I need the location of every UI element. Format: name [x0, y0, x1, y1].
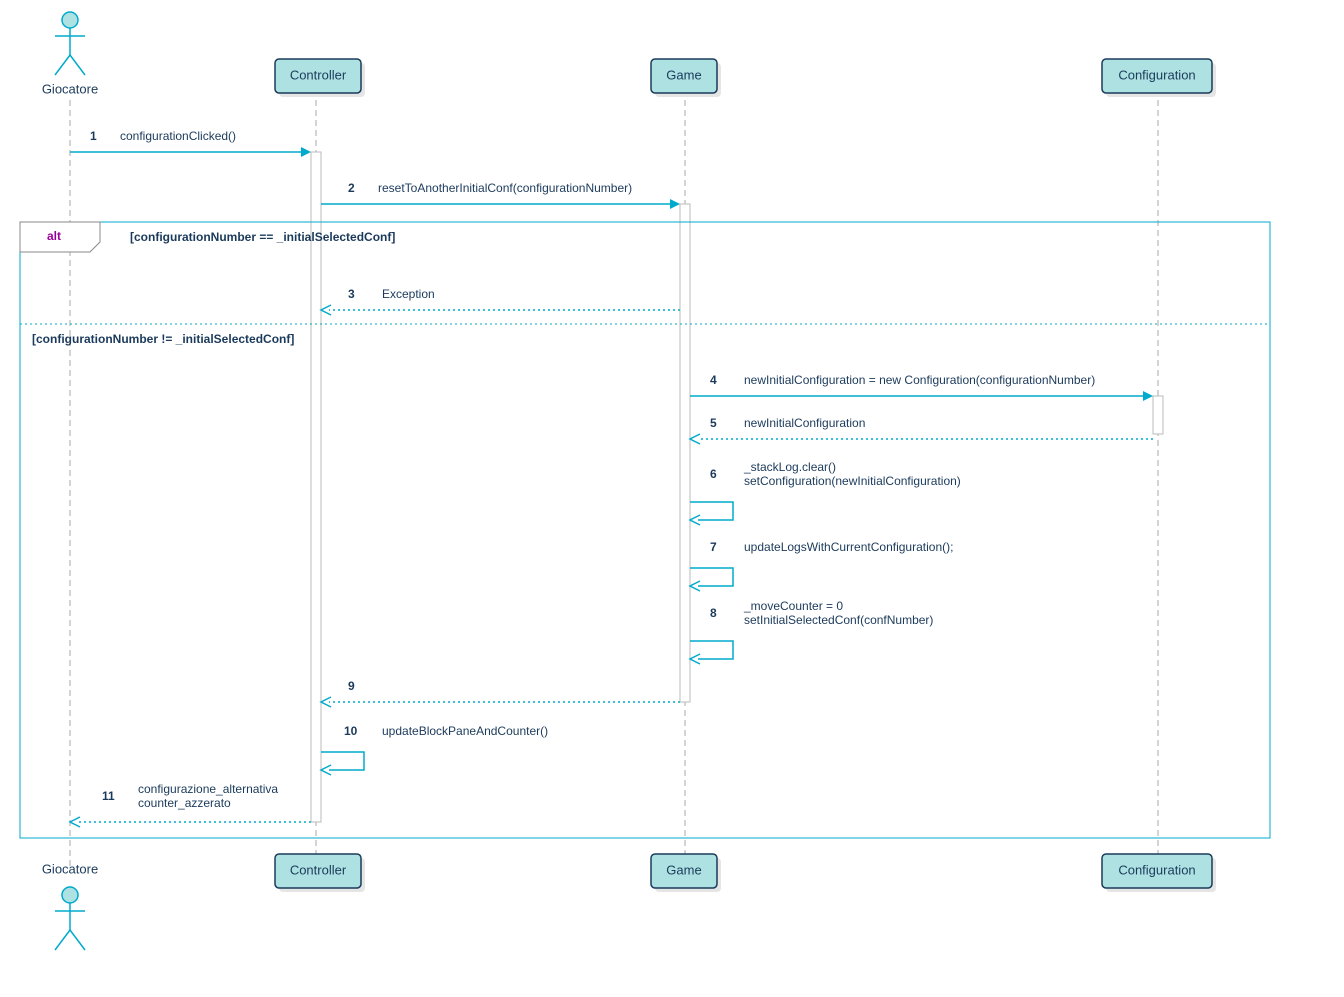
- svg-text:10: 10: [344, 724, 358, 738]
- svg-text:4: 4: [710, 373, 717, 387]
- svg-text:configurazione_alternativa: configurazione_alternativa: [138, 782, 278, 796]
- activation-controller: [311, 152, 321, 822]
- svg-text:Game: Game: [666, 67, 701, 82]
- message-4: 4 newInitialConfiguration = new Configur…: [690, 373, 1153, 401]
- svg-text:setInitialSelectedConf(confNum: setInitialSelectedConf(confNumber): [744, 613, 933, 627]
- svg-text:_moveCounter = 0: _moveCounter = 0: [743, 599, 843, 613]
- svg-text:Giocatore: Giocatore: [42, 861, 98, 876]
- svg-text:counter_azzerato: counter_azzerato: [138, 796, 231, 810]
- participant-actor-bottom: Giocatore: [42, 861, 98, 950]
- participant-configuration-top: Configuration: [1102, 59, 1216, 97]
- message-8: 8 _moveCounter = 0 setInitialSelectedCon…: [690, 599, 933, 664]
- message-11: 11 configurazione_alternativa counter_az…: [70, 782, 311, 827]
- svg-text:newInitialConfiguration: newInitialConfiguration: [744, 416, 865, 430]
- svg-text:Controller: Controller: [290, 862, 347, 877]
- alt-guard-2: [configurationNumber != _initialSelected…: [32, 332, 294, 346]
- activation-game: [680, 204, 690, 702]
- message-10: 10 updateBlockPaneAndCounter(): [321, 724, 548, 775]
- svg-text:7: 7: [710, 540, 717, 554]
- participant-game-bottom: Game: [651, 854, 721, 892]
- message-6: 6 _stackLog.clear() setConfiguration(new…: [690, 460, 961, 525]
- svg-text:6: 6: [710, 467, 717, 481]
- svg-text:2: 2: [348, 181, 355, 195]
- svg-text:newInitialConfiguration = new: newInitialConfiguration = new Configurat…: [744, 373, 1095, 387]
- svg-text:Giocatore: Giocatore: [42, 81, 98, 96]
- activation-configuration: [1153, 396, 1163, 434]
- svg-text:setConfiguration(newInitialCon: setConfiguration(newInitialConfiguration…: [744, 474, 961, 488]
- participant-controller-bottom: Controller: [275, 854, 365, 892]
- svg-text:8: 8: [710, 606, 717, 620]
- message-2: 2 resetToAnotherInitialConf(configuratio…: [321, 181, 680, 209]
- participant-actor-top: Giocatore: [42, 12, 98, 96]
- message-1: 1 configurationClicked(): [70, 129, 311, 157]
- alt-guard-1: [configurationNumber == _initialSelected…: [130, 230, 395, 244]
- alt-tag-text: alt: [47, 229, 61, 243]
- participant-controller-top: Controller: [275, 59, 365, 97]
- message-7: 7 updateLogsWithCurrentConfiguration();: [690, 540, 953, 591]
- message-9: 9: [321, 679, 680, 707]
- svg-text:Configuration: Configuration: [1118, 862, 1195, 877]
- svg-text:_stackLog.clear(): _stackLog.clear(): [743, 460, 836, 474]
- svg-text:9: 9: [348, 679, 355, 693]
- svg-text:1: 1: [90, 129, 97, 143]
- svg-text:5: 5: [710, 416, 717, 430]
- alt-frame: [20, 222, 1270, 838]
- svg-text:configurationClicked(): configurationClicked(): [120, 129, 236, 143]
- svg-text:updateBlockPaneAndCounter(): updateBlockPaneAndCounter(): [382, 724, 548, 738]
- svg-text:Game: Game: [666, 862, 701, 877]
- svg-text:updateLogsWithCurrentConfigura: updateLogsWithCurrentConfiguration();: [744, 540, 953, 554]
- svg-text:Controller: Controller: [290, 67, 347, 82]
- svg-text:Exception: Exception: [382, 287, 435, 301]
- svg-text:Configuration: Configuration: [1118, 67, 1195, 82]
- svg-text:11: 11: [102, 789, 115, 803]
- participant-configuration-bottom: Configuration: [1102, 854, 1216, 892]
- svg-text:3: 3: [348, 287, 355, 301]
- message-5: 5 newInitialConfiguration: [690, 416, 1153, 444]
- message-3: 3 Exception: [321, 287, 680, 315]
- participant-game-top: Game: [651, 59, 721, 97]
- svg-text:resetToAnotherInitialConf(conf: resetToAnotherInitialConf(configurationN…: [378, 181, 632, 195]
- sequence-diagram: Giocatore Controller Game Configuration …: [0, 0, 1344, 997]
